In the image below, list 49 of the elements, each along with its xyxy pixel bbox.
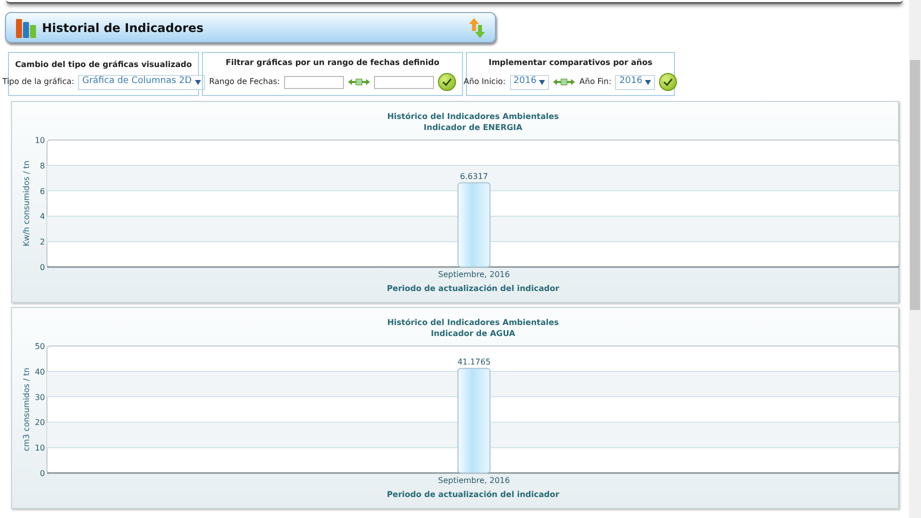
x-axis-title: Periodo de actualización del indicador [386, 490, 560, 499]
caret-icon [539, 80, 546, 84]
y-tick-label: 20 [34, 418, 45, 428]
y-tick-label: 6 [40, 186, 45, 196]
check-icon [663, 77, 674, 87]
dropdown[interactable]: 2016 [510, 74, 550, 90]
caret-icon [645, 80, 652, 84]
sort-arrows-icon[interactable] [469, 18, 485, 38]
y-tick-label: 30 [34, 392, 45, 402]
x-axis-title: Periodo de actualización del indicador [386, 284, 560, 293]
check-icon [442, 77, 452, 87]
date-field[interactable] [374, 76, 434, 88]
apply-button[interactable] [659, 73, 678, 91]
field-label: Año Inicio: [464, 76, 506, 88]
chart-title: Histórico del Indicadores Ambientales [387, 318, 559, 327]
bar-value: 6.6317 [460, 172, 488, 181]
field-label: Año Fin: [579, 76, 612, 88]
y-tick-label: 4 [40, 212, 45, 222]
x-tick-label: Septiembre, 2016 [438, 270, 510, 279]
x-tick-label: Septiembre, 2016 [438, 476, 510, 485]
double-arrow-icon [348, 78, 370, 86]
chart-subtitle: Indicador de AGUA [430, 329, 516, 338]
filter-heading: Cambio del tipo de gráficas visualizado [15, 58, 192, 70]
y-tick-label: 10 [34, 136, 45, 145]
dropdown[interactable]: Gráfica de Columnas 2D [78, 74, 205, 90]
chart-subtitle: Indicador de ENERGIA [424, 123, 522, 132]
field-label: Rango de Fechas: [209, 76, 280, 88]
page-title: Historial de Indicadores [42, 20, 205, 36]
y-tick-label: 0 [40, 263, 45, 272]
y-tick-label: 8 [40, 161, 45, 170]
y-axis-title: cm3 consumidos / tn [22, 368, 31, 452]
scrollbar[interactable] [909, 0, 921, 518]
double-arrow-icon [553, 78, 576, 86]
filter-heading: Filtrar gráficas por un rango de fechas definido [226, 57, 440, 69]
y-tick-label: 40 [34, 367, 45, 376]
books-icon [16, 18, 38, 38]
caret-icon [194, 80, 201, 84]
y-tick-label: 50 [34, 342, 45, 351]
date-field[interactable] [284, 76, 344, 88]
y-tick-label: 2 [40, 238, 45, 247]
dropdown[interactable]: 2016 [615, 74, 656, 90]
filter-heading: Implementar comparativos por años [488, 57, 652, 69]
field-label: Tipo de la gráfica: [2, 76, 74, 88]
y-tick-label: 0 [40, 469, 45, 478]
bar-value: 41.1765 [457, 357, 491, 366]
y-tick-label: 10 [34, 444, 45, 453]
chart-title: Histórico del Indicadores Ambientales [387, 112, 559, 121]
y-axis-title: Kw/h consumidos / tn [22, 160, 31, 246]
apply-button[interactable] [438, 73, 456, 91]
